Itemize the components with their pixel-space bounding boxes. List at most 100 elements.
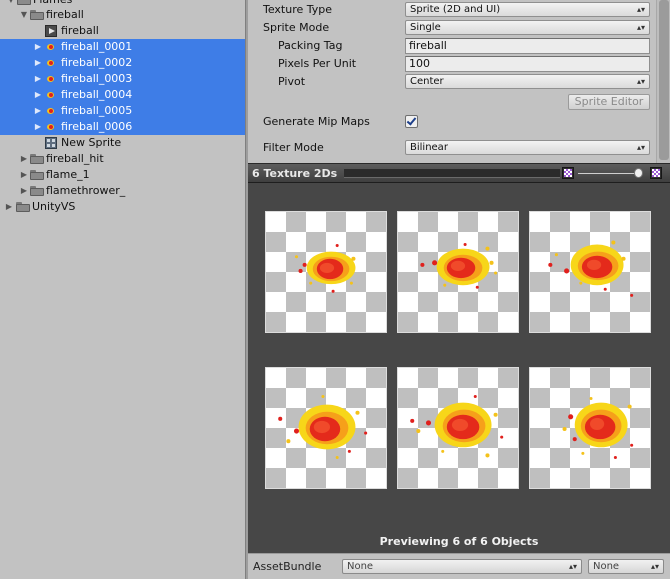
checkmark-icon <box>406 115 417 126</box>
filter-mode-row: Filter Mode Bilinear ▴▾ <box>248 139 650 157</box>
pixels-per-unit-row: Pixels Per Unit 100 <box>248 55 650 73</box>
updown-arrows-icon: ▴▾ <box>636 143 645 152</box>
asset-bundle-bar: AssetBundle None ▴▾ None ▴▾ <box>248 553 670 579</box>
preview-body: Previewing 6 of 6 Objects <box>248 183 670 570</box>
tree-row-label: fireball <box>46 8 84 21</box>
tree-row-fireball-0006[interactable]: ▶ fireball_0006 <box>0 119 245 135</box>
preview-status: Previewing 6 of 6 Objects <box>379 535 539 548</box>
expand-arrow-icon[interactable]: ▶ <box>19 151 29 167</box>
asset-bundle-variant-value: None <box>593 561 620 572</box>
tree-row-flame-1[interactable]: ▶ flame_1 <box>0 167 245 183</box>
preview-title: 6 Texture 2Ds <box>252 167 338 180</box>
thumbnail-fireball-0001 <box>265 211 387 333</box>
zoom-slider[interactable] <box>578 168 643 178</box>
asset-bundle-variant-dropdown[interactable]: None ▴▾ <box>588 559 664 574</box>
slider-knob[interactable] <box>634 168 643 178</box>
thumbnail-fireball-0002 <box>397 211 519 333</box>
tree-row-fireball-hit[interactable]: ▶ fireball_hit <box>0 151 245 167</box>
tree-row-label: fireball_0006 <box>61 120 133 133</box>
tree-row-label: fireball_0002 <box>61 56 133 69</box>
texture-type-value: Sprite (2D and UI) <box>410 4 501 15</box>
folder-icon <box>30 186 44 196</box>
updown-arrows-icon: ▴▾ <box>650 562 659 571</box>
tree-row-fireball-0003[interactable]: ▶ fireball_0003 <box>0 71 245 87</box>
fireball-sprite <box>420 243 498 289</box>
expand-arrow-icon[interactable]: ▶ <box>33 119 43 135</box>
updown-arrows-icon: ▴▾ <box>636 23 645 32</box>
grid-icon <box>45 137 57 149</box>
sprite-icon <box>45 121 57 133</box>
preview-header-bar <box>344 169 560 178</box>
texture-type-dropdown[interactable]: Sprite (2D and UI) ▴▾ <box>405 2 650 17</box>
texture-type-row: Texture Type Sprite (2D and UI) ▴▾ <box>248 1 650 19</box>
filter-mode-label: Filter Mode <box>263 141 324 154</box>
project-tree: ▼ Flames ▼ fireball fireball ▶ fireball_… <box>0 0 245 579</box>
pivot-dropdown[interactable]: Center ▴▾ <box>405 74 650 89</box>
asset-bundle-name-dropdown[interactable]: None ▴▾ <box>342 559 582 574</box>
pixels-per-unit-label: Pixels Per Unit <box>278 57 357 70</box>
thumbnail-fireball-0005 <box>397 367 519 489</box>
sprite-icon <box>45 73 57 85</box>
sprite-icon <box>45 57 57 69</box>
expand-arrow-icon[interactable]: ▶ <box>33 71 43 87</box>
tree-row-label: UnityVS <box>32 200 76 213</box>
packing-tag-row: Packing Tag fireball <box>248 37 650 55</box>
inspector-scrollbar[interactable] <box>656 0 670 163</box>
sprite-editor-button[interactable]: Sprite Editor <box>568 94 650 110</box>
tree-row-fireball-texture[interactable]: fireball <box>0 23 245 39</box>
sprite-mode-dropdown[interactable]: Single ▴▾ <box>405 20 650 35</box>
expand-arrow-icon[interactable]: ▶ <box>33 87 43 103</box>
asset-bundle-name-value: None <box>347 561 374 572</box>
pixels-per-unit-field[interactable]: 100 <box>405 56 650 72</box>
packing-tag-field[interactable]: fireball <box>405 38 650 54</box>
generate-mip-maps-row: Generate Mip Maps <box>248 113 650 131</box>
texture-import-inspector: Texture Type Sprite (2D and UI) ▴▾ Sprit… <box>248 0 670 163</box>
tree-row-new-sprite[interactable]: New Sprite <box>0 135 245 151</box>
asset-bundle-label: AssetBundle <box>253 560 322 573</box>
tree-row-fireball-folder[interactable]: ▼ fireball <box>0 7 245 23</box>
scrollbar-thumb[interactable] <box>659 0 669 160</box>
expand-arrow-icon[interactable]: ▶ <box>33 103 43 119</box>
generate-mip-maps-label: Generate Mip Maps <box>263 115 370 128</box>
updown-arrows-icon: ▴▾ <box>636 77 645 86</box>
tree-row-fireball-0004[interactable]: ▶ fireball_0004 <box>0 87 245 103</box>
thumbnail-fireball-0006 <box>529 367 651 489</box>
folder-icon <box>30 154 44 164</box>
expand-arrow-icon[interactable]: ▶ <box>33 55 43 71</box>
fireball-sprite <box>548 240 634 297</box>
pivot-label: Pivot <box>278 75 306 88</box>
preview-header: 6 Texture 2Ds <box>248 163 670 183</box>
tree-row-label: flame_1 <box>46 168 90 181</box>
expand-arrow-icon[interactable]: ▼ <box>19 7 29 23</box>
sprite-mode-row: Sprite Mode Single ▴▾ <box>248 19 650 37</box>
tree-row-label: fireball_0001 <box>61 40 133 53</box>
mix-channels-icon[interactable] <box>562 167 574 179</box>
expand-arrow-icon[interactable]: ▶ <box>19 183 29 199</box>
alpha-icon[interactable] <box>650 167 662 179</box>
expand-arrow-icon[interactable]: ▶ <box>19 167 29 183</box>
packing-tag-label: Packing Tag <box>278 39 343 52</box>
tree-row-fireball-0002[interactable]: ▶ fireball_0002 <box>0 55 245 71</box>
tree-row-fireball-0001[interactable]: ▶ fireball_0001 <box>0 39 245 55</box>
sprite-mode-value: Single <box>410 22 441 33</box>
preview-panel: 6 Texture 2Ds Previewing 6 of 6 Objects <box>248 163 670 570</box>
filter-mode-value: Bilinear <box>410 142 448 153</box>
tree-row-unityvs[interactable]: ▶ UnityVS <box>0 199 245 215</box>
updown-arrows-icon: ▴▾ <box>568 562 577 571</box>
thumbnail-fireball-0003 <box>529 211 651 333</box>
sprite-icon <box>45 41 57 53</box>
pivot-row: Pivot Center ▴▾ <box>248 73 650 91</box>
sprite-texture-icon <box>45 25 57 37</box>
tree-row-fireball-0005[interactable]: ▶ fireball_0005 <box>0 103 245 119</box>
sprite-icon <box>45 105 57 117</box>
folder-icon <box>30 170 44 180</box>
fireball-sprite <box>278 394 368 459</box>
expand-arrow-icon[interactable]: ▶ <box>33 39 43 55</box>
expand-arrow-icon[interactable]: ▶ <box>4 199 14 215</box>
fireball-sprite <box>294 244 356 293</box>
fireball-sprite <box>410 394 504 458</box>
tree-row-flamethrower[interactable]: ▶ flamethrower_ <box>0 183 245 199</box>
filter-mode-dropdown[interactable]: Bilinear ▴▾ <box>405 140 650 155</box>
generate-mip-maps-checkbox[interactable] <box>405 115 418 128</box>
folder-icon <box>16 202 30 212</box>
